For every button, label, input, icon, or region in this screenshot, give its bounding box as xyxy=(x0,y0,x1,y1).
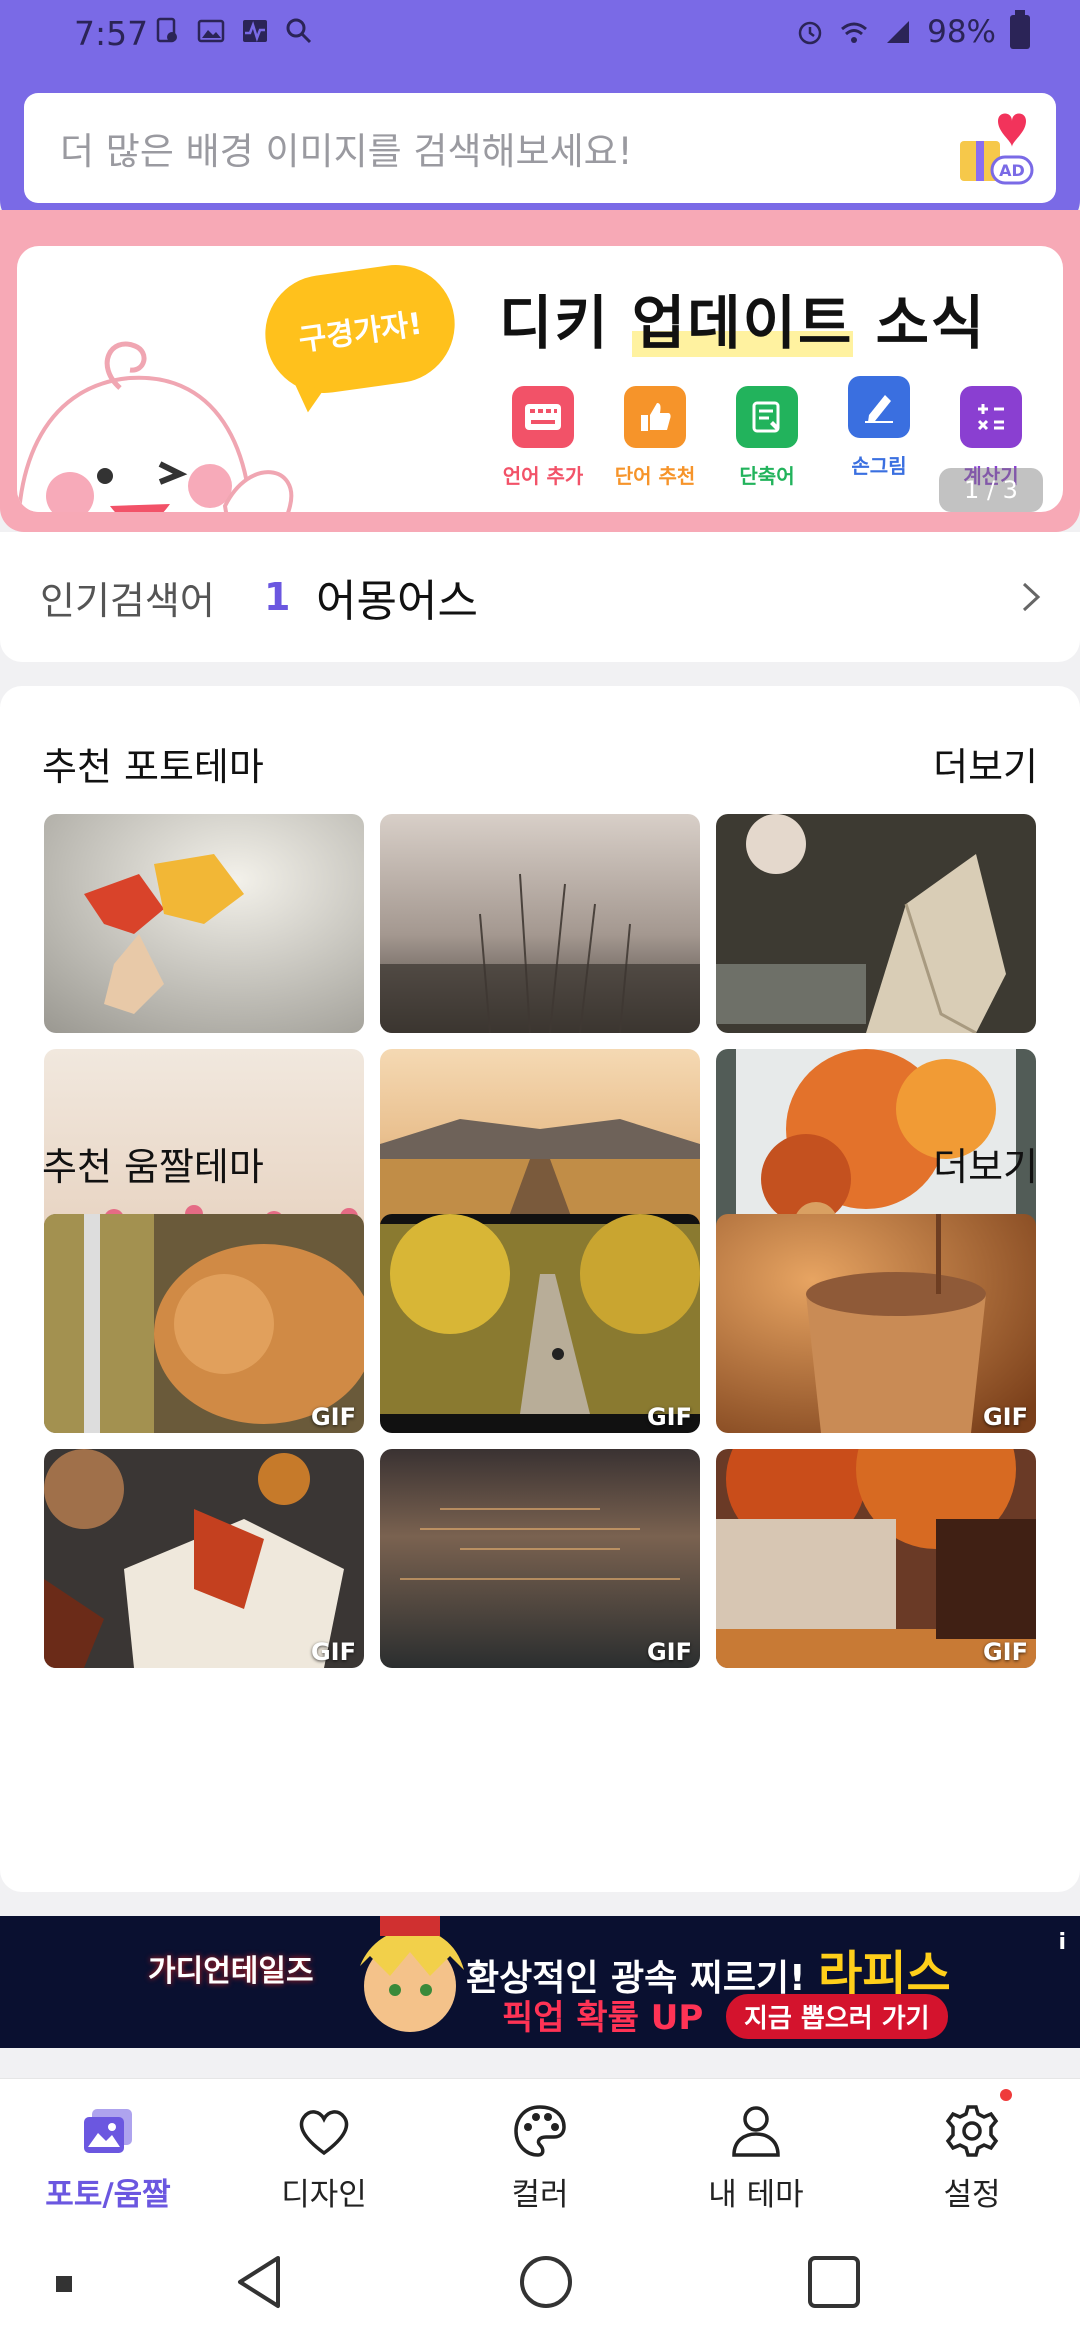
keyboard-icon xyxy=(512,386,574,448)
nav-label: 컬러 xyxy=(511,2177,569,2213)
nav-item-my-theme[interactable]: 내 테마 xyxy=(648,2079,864,2228)
chevron-right-icon xyxy=(1022,582,1041,612)
gif-theme-thumb[interactable]: GIF xyxy=(44,1214,364,1433)
photo-theme-thumb[interactable] xyxy=(380,814,700,1033)
calculator-icon xyxy=(960,386,1022,448)
nav-item-settings[interactable]: 설정 xyxy=(864,2079,1080,2228)
search-placeholder: 더 많은 배경 이미지를 검색해보세요! xyxy=(60,130,633,173)
system-nav-bar xyxy=(0,2228,1080,2340)
gif-theme-thumb[interactable]: GIF xyxy=(716,1449,1036,1668)
nav-item-photo[interactable]: 포토/움짤 xyxy=(0,2079,216,2228)
person-icon xyxy=(732,2106,780,2157)
feature-label: 단어 추천 xyxy=(614,464,696,488)
bubble-callout: 구경가자! xyxy=(257,257,463,401)
photo-theme-thumb[interactable] xyxy=(716,814,1036,1033)
gif-theme-grid: GIF GIF GIF GIF GIF GIF xyxy=(44,1214,1036,1668)
nav-label: 디자인 xyxy=(281,2177,367,2213)
feature-handwriting: 손그림 xyxy=(837,376,921,479)
photo-section-title: 추천 포토테마 xyxy=(42,745,264,789)
notification-icons xyxy=(152,16,314,46)
trending-label: 인기검색어 xyxy=(40,578,215,623)
photo-theme-thumb[interactable] xyxy=(44,814,364,1033)
search-bar[interactable]: 더 많은 배경 이미지를 검색해보세요! AD xyxy=(24,93,1056,203)
ad-banner[interactable]: 가디언테일즈 환상적인 광속 찌르기! 라피스 픽업 확률 UP 지금 뽑으러 … xyxy=(0,1916,1080,2048)
battery-percent: 98% xyxy=(927,14,996,50)
ad-cta-button[interactable]: 지금 뽑으러 가기 xyxy=(726,1994,948,2039)
ad-info-icon[interactable]: i xyxy=(1058,1930,1066,1955)
feature-shortcut: 단축어 xyxy=(725,386,809,489)
notification-dot xyxy=(1000,2089,1012,2101)
banner-title: 디키 업데이트 소식 xyxy=(499,276,986,360)
gif-section-title: 추천 움짤테마 xyxy=(42,1145,264,1189)
recents-dot-icon[interactable] xyxy=(56,2276,72,2292)
status-time: 7:57 xyxy=(74,14,149,53)
thumbs-up-icon xyxy=(624,386,686,448)
note-icon xyxy=(736,386,798,448)
ad-gift-icon[interactable]: AD xyxy=(952,107,1034,189)
themes-card: 추천 포토테마 더보기 추천 움짤테마 더보기 GIF GIF GIF GIF … xyxy=(0,686,1080,1892)
banner-title-pre: 디키 xyxy=(499,289,632,357)
pen-icon xyxy=(848,376,910,438)
status-bar: 7:57 98% xyxy=(0,0,1080,70)
photo-theme-grid xyxy=(44,814,1036,1268)
gallery-icon xyxy=(84,2109,132,2153)
nav-label: 내 테마 xyxy=(708,2177,804,2213)
feature-word-suggest: 단어 추천 xyxy=(613,386,697,489)
trending-search-bar[interactable]: 인기검색어 1 어몽어스 xyxy=(0,532,1080,662)
ad-game-title: 가디언테일즈 xyxy=(148,1954,314,1989)
palette-icon xyxy=(514,2105,566,2157)
gif-badge: GIF xyxy=(310,1403,356,1431)
ad-badge: AD xyxy=(999,161,1025,180)
gif-badge: GIF xyxy=(646,1638,692,1666)
status-right: 98% xyxy=(795,10,1030,50)
nav-item-color[interactable]: 컬러 xyxy=(432,2079,648,2228)
banner-title-post: 소식 xyxy=(853,289,987,357)
trending-rank: 1 xyxy=(264,575,291,619)
feature-label: 언어 추가 xyxy=(502,464,584,488)
ad-character-illustration xyxy=(360,1916,464,2032)
image-icon xyxy=(197,19,225,43)
feature-language: 언어 추가 xyxy=(501,386,585,489)
gif-badge: GIF xyxy=(982,1638,1028,1666)
gif-more-link[interactable]: 더보기 xyxy=(933,1136,1038,1191)
wifi-icon xyxy=(841,22,868,43)
gif-theme-thumb[interactable]: GIF xyxy=(380,1449,700,1668)
bottom-nav: 포토/움짤 디자인 컬러 내 테마 설정 xyxy=(0,2078,1080,2228)
heart-icon xyxy=(299,2110,349,2156)
home-icon[interactable] xyxy=(518,2252,574,2312)
gif-theme-thumb[interactable]: GIF xyxy=(380,1214,700,1433)
nav-item-design[interactable]: 디자인 xyxy=(216,2079,432,2228)
signal-icon xyxy=(887,21,910,43)
trending-keyword: 어몽어스 xyxy=(316,576,478,627)
back-icon[interactable] xyxy=(232,2252,288,2312)
nav-label: 설정 xyxy=(943,2177,1001,2213)
gif-badge: GIF xyxy=(646,1403,692,1431)
file-icon xyxy=(156,17,177,43)
gif-badge: GIF xyxy=(310,1638,356,1666)
ad-subtitle: 픽업 확률 UP xyxy=(502,1998,704,2038)
update-banner[interactable]: 구경가자! 디키 업데이트 소식 언어 추가 단어 추천 단축어 손그림 계산기… xyxy=(17,246,1063,512)
banner-title-highlight: 업데이트 xyxy=(631,289,854,357)
gif-theme-thumb[interactable]: GIF xyxy=(716,1214,1036,1433)
battery-icon xyxy=(1010,10,1030,49)
alarm-icon xyxy=(798,21,822,45)
search-status-icon xyxy=(286,18,312,44)
gif-badge: GIF xyxy=(982,1403,1028,1431)
bubble-text: 구경가자! xyxy=(296,306,425,359)
photo-more-link[interactable]: 더보기 xyxy=(933,736,1038,791)
overview-icon[interactable] xyxy=(806,2252,862,2312)
banner-pager: 1 / 3 xyxy=(939,468,1043,512)
nav-label: 포토/움짤 xyxy=(45,2177,171,2213)
feature-label: 단축어 xyxy=(739,464,795,488)
feature-label: 손그림 xyxy=(851,454,907,478)
gif-theme-thumb[interactable]: GIF xyxy=(44,1449,364,1668)
gear-icon xyxy=(945,2105,999,2157)
activity-icon xyxy=(243,20,267,42)
